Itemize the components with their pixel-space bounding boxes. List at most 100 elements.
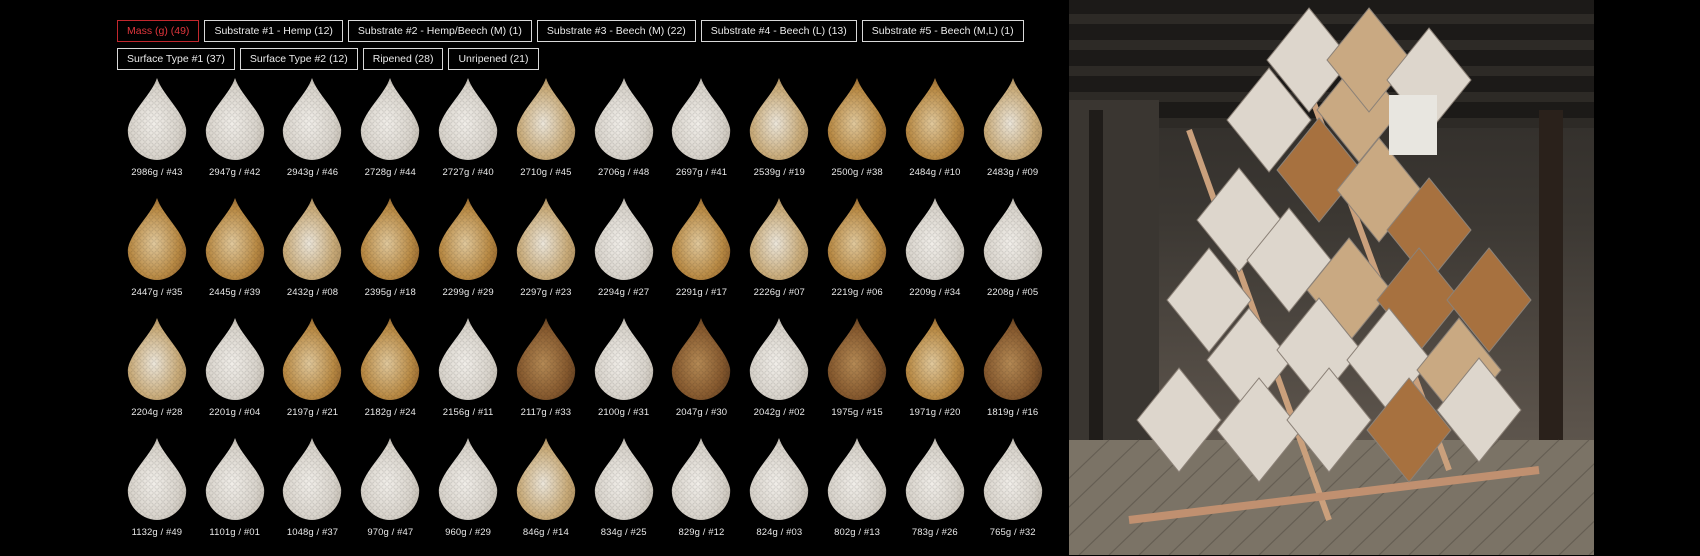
- sample-image: [594, 318, 653, 400]
- sample-caption: 2727g / #40: [442, 167, 494, 178]
- sample-tile[interactable]: 765g / #32: [974, 436, 1052, 556]
- sample-image: [283, 318, 342, 400]
- sample-tile[interactable]: 802g / #13: [818, 436, 896, 556]
- sample-tile[interactable]: 783g / #26: [896, 436, 974, 556]
- sample-tile[interactable]: 2727g / #40: [429, 76, 507, 196]
- sample-tile[interactable]: 1819g / #16: [974, 316, 1052, 436]
- sample-caption: 2297g / #23: [520, 287, 572, 298]
- sample-tile[interactable]: 2500g / #38: [818, 76, 896, 196]
- sample-tile[interactable]: 2299g / #29: [429, 196, 507, 316]
- sample-tile[interactable]: 1971g / #20: [896, 316, 974, 436]
- sample-image: [205, 318, 264, 400]
- sample-tile[interactable]: 2047g / #30: [663, 316, 741, 436]
- filter-button[interactable]: Substrate #3 - Beech (M) (22): [536, 20, 696, 42]
- sample-tile[interactable]: 834g / #25: [585, 436, 663, 556]
- sample-caption: 2943g / #46: [286, 167, 339, 178]
- sample-image: [361, 318, 420, 400]
- filter-button[interactable]: Substrate #1 - Hemp (12): [204, 20, 343, 42]
- sample-caption: 2710g / #45: [520, 167, 572, 178]
- filter-button[interactable]: Unripened (21): [448, 48, 539, 70]
- sample-tile[interactable]: 960g / #29: [429, 436, 507, 556]
- sample-caption: 802g / #13: [834, 527, 881, 538]
- sample-caption: 783g / #26: [911, 527, 958, 538]
- sample-tile[interactable]: 2445g / #39: [196, 196, 274, 316]
- sample-caption: 2201g / #04: [209, 407, 261, 418]
- sample-tile[interactable]: 2706g / #48: [585, 76, 663, 196]
- right-margin: [1594, 0, 1700, 555]
- sample-tile[interactable]: 2219g / #06: [818, 196, 896, 316]
- sample-image: [983, 318, 1042, 400]
- sample-caption: 2706g / #48: [598, 167, 650, 178]
- sample-tile[interactable]: 2042g / #02: [740, 316, 818, 436]
- sample-caption: 1819g / #16: [987, 407, 1039, 418]
- sample-caption: 2219g / #06: [831, 287, 883, 298]
- filter-button[interactable]: Ripened (28): [362, 48, 444, 70]
- sample-tile[interactable]: 2483g / #09: [974, 76, 1052, 196]
- sample-tile[interactable]: 829g / #12: [663, 436, 741, 556]
- sample-tile[interactable]: 2986g / #43: [118, 76, 196, 196]
- sample-tile[interactable]: 2209g / #34: [896, 196, 974, 316]
- sample-tile[interactable]: 2710g / #45: [507, 76, 585, 196]
- sample-caption: 2483g / #09: [987, 167, 1039, 178]
- sample-tile[interactable]: 1975g / #15: [818, 316, 896, 436]
- sample-caption: 2947g / #42: [209, 167, 261, 178]
- sample-tile[interactable]: 2447g / #35: [118, 196, 196, 316]
- sample-tile[interactable]: 2100g / #31: [585, 316, 663, 436]
- sample-tile[interactable]: 2297g / #23: [507, 196, 585, 316]
- filter-button[interactable]: Mass (g) (49): [117, 20, 200, 42]
- sample-image: [905, 78, 965, 160]
- sample-tile[interactable]: 2484g / #10: [896, 76, 974, 196]
- sample-tile[interactable]: 2197g / #21: [274, 316, 352, 436]
- sample-tile[interactable]: 1101g / #01: [196, 436, 274, 556]
- sample-tile[interactable]: 2204g / #28: [118, 316, 196, 436]
- filter-row-1: Mass (g) (49) Substrate #1 - Hemp (12) Sub…: [117, 20, 1024, 42]
- sample-image: [983, 78, 1042, 160]
- info-sign: [1389, 95, 1437, 155]
- sample-caption: 2697g / #41: [675, 167, 728, 178]
- sample-image: [594, 198, 653, 280]
- sample-tile[interactable]: 2182g / #24: [351, 316, 429, 436]
- installation-photo: [1069, 0, 1594, 555]
- sample-tile[interactable]: 2539g / #19: [740, 76, 818, 196]
- filter-button[interactable]: Surface Type #2 (12): [239, 48, 358, 70]
- sample-caption: 765g / #32: [989, 527, 1036, 538]
- filter-button[interactable]: Substrate #5 - Beech (M,L) (1): [861, 20, 1024, 42]
- gallery-panel: Mass (g) (49) Substrate #1 - Hemp (12) Sub…: [0, 0, 1068, 555]
- sample-tile[interactable]: 2294g / #27: [585, 196, 663, 316]
- sample-tile[interactable]: 2395g / #18: [351, 196, 429, 316]
- sample-caption: 2539g / #19: [753, 167, 805, 178]
- sample-caption: 2182g / #24: [364, 407, 416, 418]
- sample-tile[interactable]: 2432g / #08: [274, 196, 352, 316]
- sample-tile[interactable]: 2226g / #07: [740, 196, 818, 316]
- sample-image: [205, 78, 264, 160]
- sample-image: [672, 78, 731, 160]
- sample-image: [438, 318, 498, 400]
- sample-tile[interactable]: 2943g / #46: [274, 76, 352, 196]
- sample-caption: 2042g / #02: [753, 407, 805, 418]
- sample-image: [827, 438, 887, 520]
- sample-tile[interactable]: 2208g / #05: [974, 196, 1052, 316]
- sample-tile[interactable]: 2291g / #17: [663, 196, 741, 316]
- sample-image: [438, 78, 498, 160]
- sample-tile[interactable]: 2947g / #42: [196, 76, 274, 196]
- sample-caption: 2986g / #43: [131, 167, 183, 178]
- sample-tile[interactable]: 846g / #14: [507, 436, 585, 556]
- sample-tile[interactable]: 2728g / #44: [351, 76, 429, 196]
- sample-tile[interactable]: 824g / #03: [740, 436, 818, 556]
- sample-tile[interactable]: 2117g / #33: [507, 316, 585, 436]
- filter-button[interactable]: Surface Type #1 (37): [117, 48, 235, 70]
- sample-image: [438, 438, 498, 520]
- sample-caption: 2047g / #30: [675, 407, 728, 418]
- sample-caption: 846g / #14: [522, 527, 569, 538]
- sample-image: [361, 438, 420, 520]
- sample-tile[interactable]: 2697g / #41: [663, 76, 741, 196]
- filter-button[interactable]: Substrate #4 - Beech (L) (13): [700, 20, 857, 42]
- sample-tile[interactable]: 2201g / #04: [196, 316, 274, 436]
- sample-tile[interactable]: 1048g / #37: [274, 436, 352, 556]
- sample-image: [361, 78, 420, 160]
- filter-button[interactable]: Substrate #2 - Hemp/Beech (M) (1): [347, 20, 532, 42]
- sample-image: [127, 78, 187, 160]
- sample-tile[interactable]: 2156g / #11: [429, 316, 507, 436]
- sample-tile[interactable]: 1132g / #49: [118, 436, 196, 556]
- sample-tile[interactable]: 970g / #47: [351, 436, 429, 556]
